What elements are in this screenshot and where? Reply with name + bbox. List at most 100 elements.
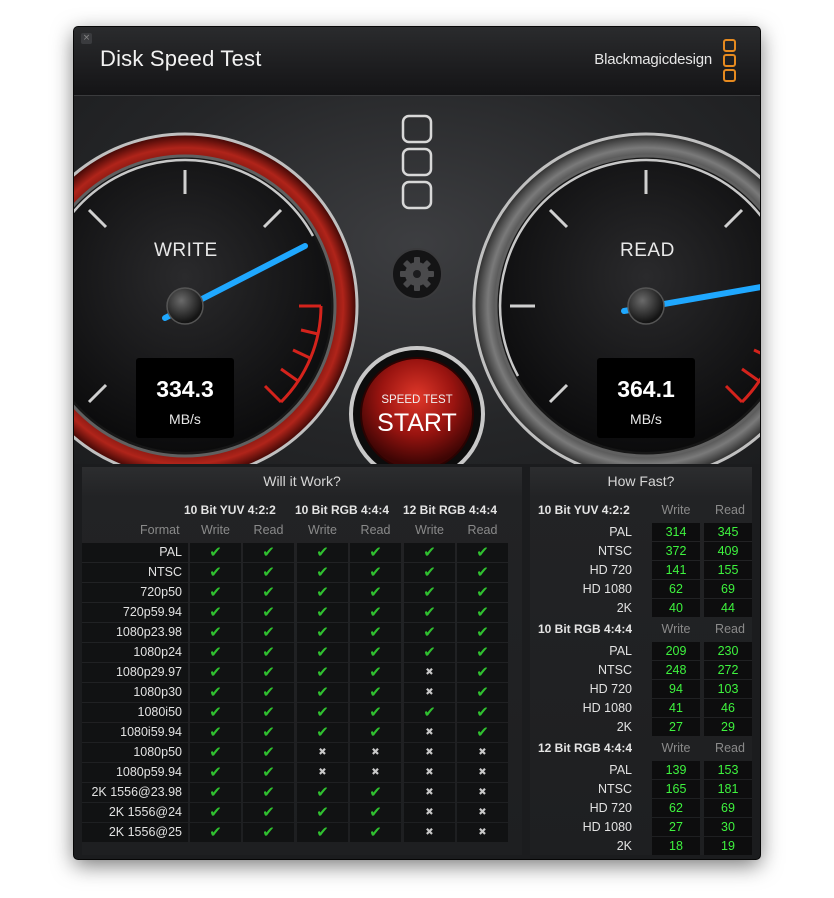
cross-icon: ✖: [425, 807, 434, 818]
cross-icon: ✖: [318, 767, 327, 778]
check-icon: ✔: [209, 783, 222, 801]
table-row: PAL ✔ ✔ ✔ ✔ ✔ ✔: [82, 543, 522, 563]
check-icon: ✔: [262, 623, 275, 641]
table-row: 2K 18 19: [530, 837, 752, 856]
check-icon: ✔: [262, 683, 275, 701]
format-label: NTSC: [597, 663, 632, 677]
read-fps-value: 69: [704, 799, 752, 817]
format-label: 2K 1556@25: [108, 825, 182, 839]
sub-column-header: Read: [467, 523, 498, 537]
check-icon: ✔: [209, 623, 222, 641]
sub-column-header: Read: [360, 523, 391, 537]
gear-icon: [400, 257, 434, 291]
check-icon: ✔: [369, 603, 382, 621]
table-row: 1080p30 ✔ ✔ ✔ ✔ ✖ ✔: [82, 683, 522, 703]
table-row: PAL 209 230: [530, 642, 752, 661]
how-fast-title: How Fast?: [607, 473, 675, 489]
check-icon: ✔: [262, 783, 275, 801]
sub-column-header: Write: [415, 523, 444, 537]
format-label: HD 720: [589, 682, 632, 696]
write-fps-value: 139: [652, 761, 700, 779]
check-icon: ✔: [262, 823, 275, 841]
check-icon: ✔: [262, 743, 275, 761]
table-row: 1080p59.94 ✔ ✔ ✖ ✖ ✖ ✖: [82, 763, 522, 783]
read-fps-value: 230: [704, 642, 752, 660]
read-fps-value: 30: [704, 818, 752, 836]
check-icon: ✔: [476, 643, 489, 661]
close-icon: ×: [82, 33, 91, 43]
write-column-header: Write: [661, 622, 691, 636]
close-button[interactable]: ×: [81, 33, 92, 44]
read-fps-value: 181: [704, 780, 752, 798]
format-label: 1080i50: [137, 705, 183, 719]
format-label: 1080p30: [133, 685, 182, 699]
check-icon: ✔: [423, 563, 436, 581]
check-icon: ✔: [316, 563, 329, 581]
read-fps-value: 272: [704, 661, 752, 679]
app-window: × Disk Speed Test Blackmagicdesign WRITE…: [74, 27, 760, 859]
format-label: 1080p24: [133, 645, 182, 659]
read-fps-value: 155: [704, 561, 752, 579]
format-label: HD 1080: [582, 701, 632, 715]
center-logo-icon: [401, 114, 433, 210]
check-icon: ✔: [476, 703, 489, 721]
check-icon: ✔: [316, 683, 329, 701]
table-row: 2K 27 29: [530, 718, 752, 737]
table-row: NTSC 372 409: [530, 542, 752, 561]
read-needle-hub: [627, 287, 665, 325]
read-speed-value: 364.1: [617, 376, 675, 402]
check-icon: ✔: [476, 663, 489, 681]
cross-icon: ✖: [425, 827, 434, 838]
write-fps-value: 41: [652, 699, 700, 717]
check-icon: ✔: [262, 543, 275, 561]
cross-icon: ✖: [478, 767, 487, 778]
read-fps-value: 19: [704, 837, 752, 855]
brand-name: Blackmagicdesign: [594, 51, 712, 68]
check-icon: ✔: [369, 803, 382, 821]
check-icon: ✔: [262, 723, 275, 741]
will-it-work-title: Will it Work?: [263, 473, 341, 489]
write-fps-value: 209: [652, 642, 700, 660]
table-row: 1080p50 ✔ ✔ ✖ ✖ ✖ ✖: [82, 743, 522, 763]
check-icon: ✔: [476, 603, 489, 621]
read-fps-value: 29: [704, 718, 752, 736]
read-fps-value: 46: [704, 699, 752, 717]
write-speed-unit: MB/s: [169, 411, 201, 427]
title-bar[interactable]: × Disk Speed Test Blackmagicdesign: [74, 27, 760, 96]
write-column-header: Write: [661, 503, 691, 517]
check-icon: ✔: [369, 583, 382, 601]
cross-icon: ✖: [478, 747, 487, 758]
check-icon: ✔: [369, 683, 382, 701]
check-icon: ✔: [316, 823, 329, 841]
check-icon: ✔: [209, 763, 222, 781]
check-icon: ✔: [262, 663, 275, 681]
check-icon: ✔: [209, 543, 222, 561]
table-row: 720p59.94 ✔ ✔ ✔ ✔ ✔ ✔: [82, 603, 522, 623]
format-label: 1080p23.98: [115, 625, 182, 639]
table-row: HD 720 141 155: [530, 561, 752, 580]
check-icon: ✔: [262, 803, 275, 821]
check-icon: ✔: [476, 683, 489, 701]
cross-icon: ✖: [425, 667, 434, 678]
check-icon: ✔: [369, 723, 382, 741]
settings-button[interactable]: [391, 248, 443, 300]
check-icon: ✔: [476, 583, 489, 601]
check-icon: ✔: [423, 643, 436, 661]
check-icon: ✔: [316, 703, 329, 721]
read-fps-value: 345: [704, 523, 752, 541]
format-column-header: Format: [140, 523, 180, 537]
check-icon: ✔: [209, 723, 222, 741]
read-column-header: Read: [715, 741, 745, 755]
cross-icon: ✖: [425, 687, 434, 698]
format-label: 1080p59.94: [115, 765, 182, 779]
format-label: 2K: [616, 839, 632, 853]
check-icon: ✔: [209, 663, 222, 681]
check-icon: ✔: [209, 683, 222, 701]
check-icon: ✔: [423, 703, 436, 721]
format-label: PAL: [609, 763, 632, 777]
check-icon: ✔: [423, 583, 436, 601]
check-icon: ✔: [369, 663, 382, 681]
format-label: 1080p29.97: [115, 665, 182, 679]
check-icon: ✔: [209, 823, 222, 841]
check-icon: ✔: [209, 603, 222, 621]
